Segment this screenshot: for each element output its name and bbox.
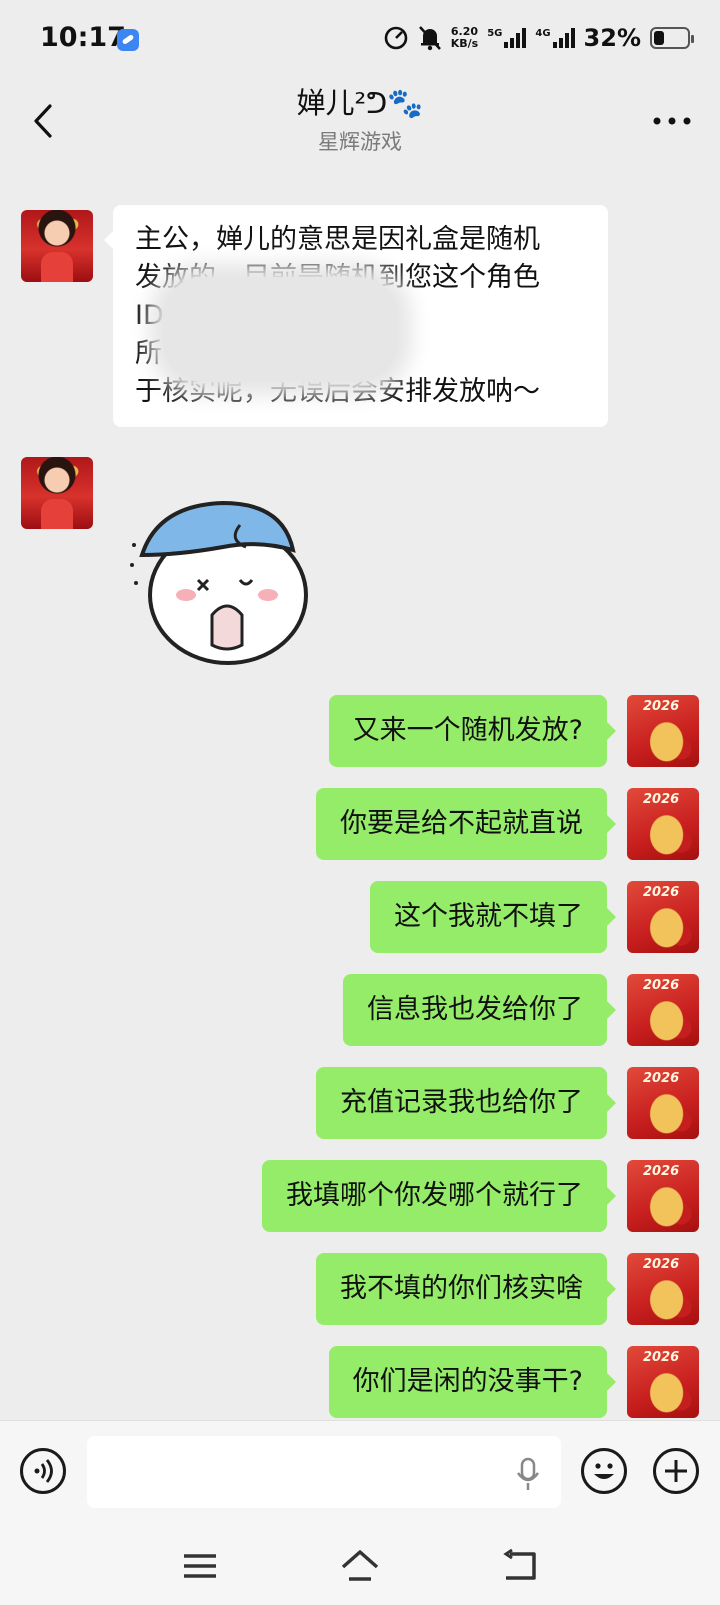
my-avatar[interactable] bbox=[627, 1160, 699, 1232]
menu-icon[interactable] bbox=[180, 1546, 220, 1586]
input-bar bbox=[0, 1420, 720, 1531]
message-line: 主公，婵儿的意思是因礼盒是随机 bbox=[135, 224, 540, 255]
outgoing-message-bubble[interactable]: 你们是闲的没事干? bbox=[328, 1346, 617, 1418]
chat-title: 婵儿²ᕤ🐾 bbox=[296, 86, 424, 120]
microphone-icon[interactable] bbox=[515, 1457, 541, 1493]
back-nav-icon[interactable] bbox=[500, 1546, 540, 1586]
incoming-message-bubble[interactable]: 主公，婵儿的意思是因礼盒是随机 发放的，目前是随机到您这个角色 ID， 可以发放… bbox=[104, 205, 608, 427]
outgoing-message-bubble[interactable]: 充值记录我也给你了 bbox=[316, 1067, 616, 1139]
speedometer-icon bbox=[384, 26, 408, 50]
outgoing-message-bubble[interactable]: 又来一个随机发放? bbox=[328, 695, 617, 767]
my-avatar[interactable] bbox=[627, 695, 699, 767]
network-speed: 6.20 KB/s bbox=[451, 26, 478, 50]
more-icon[interactable] bbox=[652, 116, 692, 126]
my-avatar[interactable] bbox=[627, 1346, 699, 1418]
voice-toggle-button[interactable] bbox=[20, 1448, 66, 1494]
outgoing-message-bubble[interactable]: 这个我就不填了 bbox=[370, 881, 616, 953]
signal-bars-1-icon bbox=[504, 28, 527, 48]
system-nav-bar bbox=[0, 1530, 720, 1605]
signal-bars-2-icon bbox=[552, 28, 575, 48]
battery-percent: 32% bbox=[583, 24, 641, 52]
my-avatar[interactable] bbox=[627, 788, 699, 860]
chat-header: 婵儿²ᕤ🐾 星辉游戏 bbox=[0, 80, 720, 162]
status-bar: 10:17 6.20 KB/s 5G 4G 32% bbox=[0, 0, 720, 80]
outgoing-message-bubble[interactable]: 我不填的你们核实啥 bbox=[316, 1253, 616, 1325]
my-avatar[interactable] bbox=[627, 974, 699, 1046]
home-icon[interactable] bbox=[340, 1546, 380, 1586]
plus-icon bbox=[665, 1460, 687, 1482]
network-type-5g: 5G bbox=[487, 28, 503, 39]
outgoing-message-bubble[interactable]: 信息我也发给你了 bbox=[343, 974, 616, 1046]
network-type-4g: 4G bbox=[535, 28, 551, 39]
message-list[interactable]: 主公，婵儿的意思是因礼盒是随机 发放的，目前是随机到您这个角色 ID， 可以发放… bbox=[0, 165, 720, 1420]
crying-character-sticker[interactable] bbox=[128, 485, 318, 680]
status-time: 10:17 bbox=[40, 22, 126, 53]
privacy-blur bbox=[163, 277, 398, 382]
speed-unit: KB/s bbox=[450, 37, 479, 50]
status-indicators: 6.20 KB/s 5G 4G 32% bbox=[383, 24, 694, 52]
battery-icon bbox=[650, 27, 694, 49]
agent-avatar[interactable] bbox=[21, 457, 93, 529]
message-input[interactable] bbox=[87, 1436, 561, 1508]
agent-avatar[interactable] bbox=[21, 210, 93, 282]
emoji-button[interactable] bbox=[581, 1448, 627, 1494]
my-avatar[interactable] bbox=[627, 1253, 699, 1325]
my-avatar[interactable] bbox=[627, 881, 699, 953]
outgoing-message-bubble[interactable]: 你要是给不起就直说 bbox=[316, 788, 616, 860]
emoji-icon bbox=[594, 1463, 614, 1479]
my-avatar[interactable] bbox=[627, 1067, 699, 1139]
voice-icon bbox=[34, 1459, 53, 1483]
outgoing-message-bubble[interactable]: 我填哪个你发哪个就行了 bbox=[262, 1160, 616, 1232]
app-notification-icon bbox=[117, 29, 139, 51]
more-features-button[interactable] bbox=[653, 1448, 699, 1494]
chat-subtitle: 星辉游戏 bbox=[318, 130, 402, 154]
mute-bell-icon bbox=[418, 26, 441, 51]
